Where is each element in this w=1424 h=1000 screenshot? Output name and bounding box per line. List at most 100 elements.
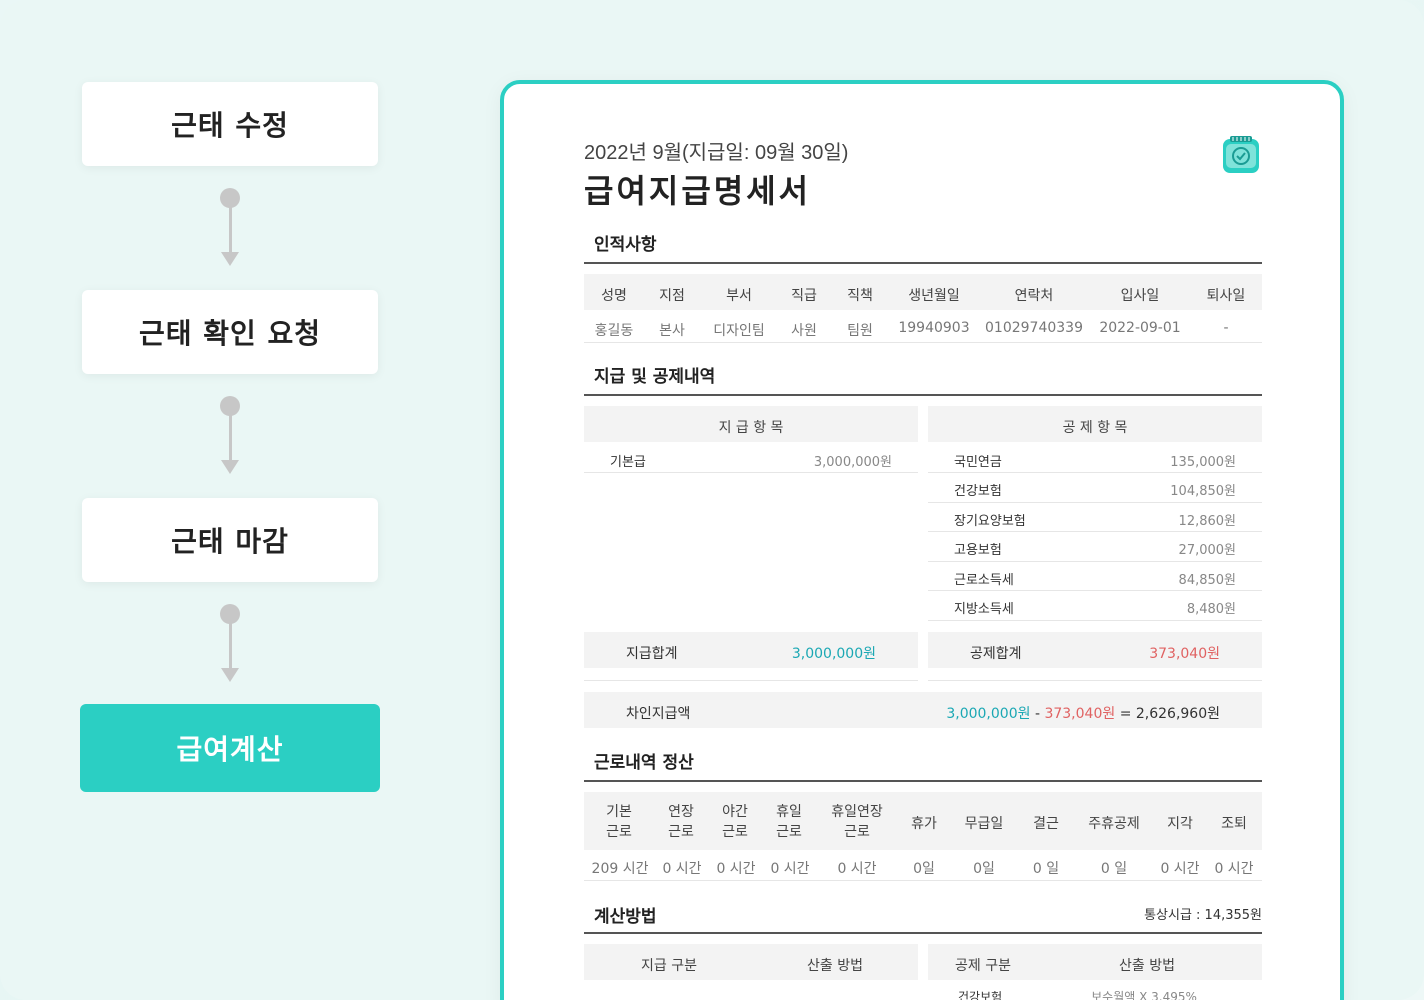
cell-value: 0 시간 — [837, 861, 877, 877]
step-label: 근태 마감 — [171, 525, 289, 558]
calc-deduct-type-header: 공제 구분 — [955, 958, 1011, 974]
net-pay-minus: - — [1034, 706, 1040, 722]
col-header: 지점 — [659, 288, 685, 304]
cell-value: 0 시간 — [1214, 861, 1254, 877]
cell-value: 사원 — [791, 323, 817, 339]
divider — [584, 932, 1262, 934]
calc-pay-type-header: 지급 구분 — [641, 958, 697, 974]
step-label: 근태 수정 — [171, 109, 289, 142]
cell-value: 0 시간 — [770, 861, 810, 877]
net-pay-formula: 3,000,000원 - 373,040원 = 2,626,960원 — [904, 703, 1220, 723]
col-header: 주휴공제 — [1088, 816, 1140, 832]
col-header: 성명 — [601, 288, 627, 304]
cell-value: 0일 — [973, 861, 995, 877]
cell-value: 209 시간 — [591, 861, 649, 877]
step-attendance-edit[interactable]: 근태 수정 — [82, 82, 378, 166]
cell-value: 0 시간 — [716, 861, 756, 877]
doc-title: 급여지급명세서 — [584, 172, 812, 210]
calc-deduct-method-header: 산출 방법 — [1119, 958, 1175, 974]
pay-total-value: 3,000,000원 — [791, 646, 876, 662]
col-header: 결근 — [1033, 816, 1059, 832]
pay-period: 2022년 9월(지급일: 09월 30일) — [584, 142, 849, 164]
divider — [928, 502, 1262, 503]
step-connector — [219, 396, 241, 480]
clipboard-check-icon — [1223, 136, 1259, 173]
cell-value: 0 일 — [1032, 861, 1060, 877]
step-payroll-calc[interactable]: 급여계산 — [80, 704, 380, 792]
step-label: 급여계산 — [176, 733, 284, 766]
net-pay-gross: 3,000,000원 — [946, 706, 1031, 722]
cell-value: - — [1223, 320, 1229, 336]
divider — [928, 561, 1262, 562]
col-header: 기본 근로 — [606, 804, 632, 840]
divider — [928, 590, 1262, 591]
cell-value: 홍길동 — [594, 323, 634, 339]
step-attendance-close[interactable]: 근태 마감 — [82, 498, 378, 582]
step-attendance-confirm-request[interactable]: 근태 확인 요청 — [82, 290, 378, 374]
col-header: 휴일 근로 — [776, 804, 802, 840]
net-pay-deduction: 373,040원 — [1044, 706, 1116, 722]
divider — [584, 394, 1262, 396]
cell-value: 팀원 — [847, 323, 873, 339]
hourly-wage: 통상시급 : 14,355원 — [1144, 908, 1262, 923]
divider — [584, 262, 1262, 264]
pay-total-label: 지급합계 — [626, 646, 678, 662]
deduct-total-label: 공제합계 — [970, 646, 1022, 662]
col-header: 직급 — [791, 288, 817, 304]
deduct-item-label: 근로소득세 — [954, 573, 1014, 588]
cell-value: 0 시간 — [662, 861, 702, 877]
divider — [928, 531, 1262, 532]
net-pay-label: 차인지급액 — [626, 706, 691, 722]
col-header: 지각 — [1167, 816, 1193, 832]
pay-item-value: 3,000,000원 — [813, 455, 892, 470]
col-header: 조퇴 — [1221, 816, 1247, 832]
calc-deduct-row-label: 건강보험 — [958, 990, 1003, 1000]
divider — [584, 780, 1262, 782]
col-header: 퇴사일 — [1206, 288, 1246, 304]
cell-value: 19940903 — [898, 320, 970, 336]
cell-value: 0 일 — [1100, 861, 1128, 877]
section-work-title: 근로내역 정산 — [594, 753, 694, 773]
section-personal-title: 인적사항 — [594, 235, 657, 255]
payslip-card: 2022년 9월(지급일: 09월 30일) 급여지급명세서 인적사항 성명 지… — [500, 80, 1344, 1000]
calc-pay-method-header: 산출 방법 — [807, 958, 863, 974]
deduct-total-value: 373,040원 — [1149, 646, 1220, 662]
pay-items-header: 지 급 항 목 — [718, 420, 784, 436]
deduct-item-value: 84,850원 — [1178, 573, 1236, 588]
deduct-item-value: 27,000원 — [1178, 543, 1236, 558]
cell-value: 0 시간 — [1160, 861, 1200, 877]
deduct-item-label: 장기요양보험 — [954, 514, 1026, 529]
divider — [928, 620, 1262, 621]
col-header: 휴일연장 근로 — [831, 804, 883, 840]
section-calc-title: 계산방법 — [594, 907, 657, 927]
deduct-item-value: 8,480원 — [1186, 602, 1236, 617]
divider — [928, 472, 1262, 473]
col-header: 입사일 — [1120, 288, 1160, 304]
divider — [584, 880, 1262, 881]
step-connector — [219, 604, 241, 688]
cell-value: 0일 — [913, 861, 935, 877]
divider — [584, 342, 1262, 343]
section-payments-title: 지급 및 공제내역 — [594, 367, 716, 387]
step-label: 근태 확인 요청 — [138, 317, 322, 350]
pay-item-label: 기본급 — [610, 455, 646, 470]
divider — [928, 680, 1262, 681]
calc-deduct-row-value: 보수월액 X 3.495% — [1091, 990, 1197, 1000]
divider — [584, 680, 918, 681]
step-connector — [219, 188, 241, 272]
col-header: 직책 — [847, 288, 873, 304]
deduct-item-value: 135,000원 — [1170, 455, 1236, 470]
deduct-item-label: 국민연금 — [954, 455, 1002, 470]
col-header: 부서 — [726, 288, 752, 304]
deduct-item-label: 고용보험 — [954, 543, 1002, 558]
col-header: 야간 근로 — [722, 804, 748, 840]
deduct-items-header: 공 제 항 목 — [1062, 420, 1128, 436]
col-header: 생년월일 — [908, 288, 960, 304]
deduct-item-label: 지방소득세 — [954, 602, 1014, 617]
deduct-item-value: 104,850원 — [1170, 484, 1236, 499]
col-header: 연장 근로 — [668, 804, 694, 840]
cell-value: 본사 — [659, 323, 685, 339]
col-header: 휴가 — [911, 816, 937, 832]
cell-value: 2022-09-01 — [1099, 320, 1181, 336]
col-header: 연락처 — [1014, 288, 1054, 304]
